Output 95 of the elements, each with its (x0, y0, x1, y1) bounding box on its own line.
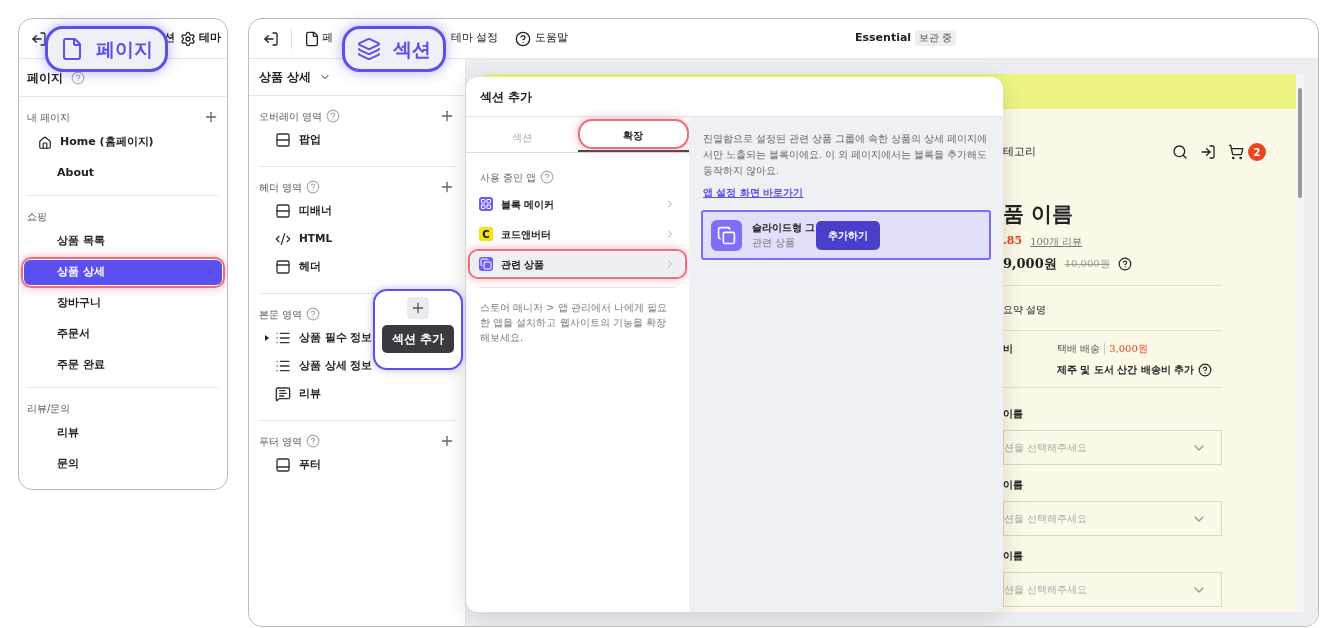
tooltip: 섹션 추가 (381, 325, 455, 353)
search-icon[interactable] (1172, 144, 1188, 160)
theme-name: Essential (855, 30, 912, 46)
speech-bubble-icon (275, 386, 291, 402)
help-icon[interactable] (514, 30, 531, 47)
tab-label[interactable]: 테마 (199, 30, 221, 47)
option-label: 이름 (1003, 550, 1023, 562)
nav-link[interactable]: 테고리 (1003, 143, 1036, 161)
help-icon[interactable] (1117, 256, 1132, 271)
app-item[interactable]: C 코드앤버터 (471, 222, 684, 246)
add-block-button[interactable]: 추가하기 (816, 221, 880, 250)
cart-count: 2 (1248, 143, 1266, 161)
page-item[interactable]: 장바구니 (24, 291, 222, 316)
callout-badge: 섹션 (342, 26, 446, 72)
group-label: 푸터 영역 (259, 434, 303, 449)
page-item[interactable]: 주문 완료 (24, 353, 222, 378)
header-icon (275, 259, 291, 275)
add-icon[interactable] (439, 108, 455, 124)
option-label: 이름 (1003, 408, 1023, 420)
section-heading: 사용 중인 앱 (480, 170, 537, 185)
group-label: 본문 영역 (259, 307, 303, 322)
exit-icon[interactable] (263, 30, 279, 47)
section-item[interactable]: HTML (299, 231, 333, 247)
section-item[interactable]: 상품 상세 정보 (299, 358, 373, 374)
section-item[interactable]: 헤더 (299, 259, 321, 275)
field-label: 비 (1003, 342, 1014, 357)
original-price: 10,000원 (1064, 257, 1110, 271)
dialog-tab[interactable]: 확장 (580, 124, 686, 146)
app-icon: C (479, 227, 493, 241)
layers-icon (357, 37, 381, 61)
add-icon[interactable] (439, 433, 455, 449)
shipping-fee: 3,000원 (1109, 342, 1148, 357)
toolbar-tab[interactable]: 도움말 (534, 30, 568, 47)
list-icon (275, 330, 291, 346)
settings-icon[interactable] (180, 30, 196, 47)
code-icon (275, 231, 291, 247)
section-item[interactable]: 팝업 (299, 132, 321, 148)
shipping-method: 택배 배송 (1057, 342, 1101, 357)
block-card[interactable]: 슬라이드형 그 관련 상품 추가하기 (701, 210, 991, 260)
block-icon (711, 219, 742, 251)
panel-title: 페이지 (27, 69, 63, 87)
caret-icon[interactable] (265, 335, 269, 341)
description-text: 진열함으로 설정된 관련 상품 그룹에 속한 상품의 상세 페이지에서만 노출되는 블록이에요. 이 외 페이지에서는 블록을 추가해도 동작하지 않아요. (703, 132, 989, 178)
group-label: 쇼핑 (27, 209, 47, 224)
page-item[interactable]: 리뷰 (24, 421, 222, 446)
toolbar-tab[interactable]: 테마 설정 (451, 30, 499, 47)
section-item[interactable]: 띠배너 (299, 203, 332, 219)
banner-icon (275, 203, 291, 219)
plus-icon (410, 300, 426, 316)
section-item[interactable]: 상품 필수 정보 (299, 330, 373, 346)
app-icon (479, 197, 493, 211)
cart-icon[interactable] (1228, 144, 1244, 160)
add-button[interactable] (407, 297, 429, 319)
price: 9,000원 (1003, 254, 1057, 273)
group-label: 리뷰/문의 (27, 401, 71, 416)
page-item[interactable]: 상품 목록 (24, 229, 222, 254)
block-title: 슬라이드형 그 (752, 221, 816, 235)
login-icon[interactable] (1200, 144, 1216, 160)
help-text: 스토어 매니저 > 앱 관리에서 나에게 필요한 앱을 설치하고 웹사이트의 기능을 확장해보세요. (480, 301, 669, 345)
scrollbar[interactable] (1296, 74, 1304, 612)
page-selector[interactable]: 상품 상세 (259, 68, 312, 86)
file-icon[interactable] (304, 30, 320, 47)
reviews-link[interactable]: 100개 리뷰 (1030, 234, 1083, 249)
exit-icon[interactable] (31, 30, 47, 47)
list-icon (275, 358, 291, 374)
file-icon (60, 37, 84, 61)
help-icon[interactable] (1198, 362, 1213, 377)
status-badge: 보관 중 (915, 30, 957, 47)
summary-text: 요약 설명 (1003, 304, 1047, 316)
product-title: 품 이름 (1003, 201, 1075, 228)
settings-link[interactable]: 앱 설정 화면 바로가기 (703, 185, 989, 200)
page-item[interactable]: 상품 상세 (24, 260, 222, 285)
page-item[interactable]: About (24, 161, 222, 186)
group-label: 내 페이지 (27, 110, 71, 125)
add-icon[interactable] (203, 109, 219, 125)
section-item[interactable]: 리뷰 (299, 386, 321, 402)
footer-icon (275, 457, 291, 473)
home-icon (38, 135, 52, 150)
page-item[interactable]: 문의 (24, 452, 222, 477)
page-item[interactable]: Home (홈페이지) (24, 130, 222, 155)
app-item[interactable]: 블록 메이커 (471, 192, 684, 216)
toolbar-tab[interactable]: 페 (322, 30, 333, 47)
dialog-title: 섹션 추가 (480, 88, 533, 106)
rating: .85 (1003, 233, 1023, 250)
app-item[interactable]: 관련 상품 (471, 252, 684, 276)
app-icon (479, 257, 493, 271)
popup-icon (275, 132, 291, 148)
group-label: 오버레이 영역 (259, 109, 323, 124)
shipping-note: 제주 및 도서 산간 배송비 추가 (1057, 363, 1195, 378)
option-label: 이름 (1003, 479, 1023, 491)
group-label: 헤더 영역 (259, 180, 303, 195)
add-icon[interactable] (439, 179, 455, 195)
page-item[interactable]: 주문서 (24, 322, 222, 347)
block-subtitle: 관련 상품 (752, 236, 797, 250)
section-item[interactable]: 푸터 (299, 457, 321, 473)
